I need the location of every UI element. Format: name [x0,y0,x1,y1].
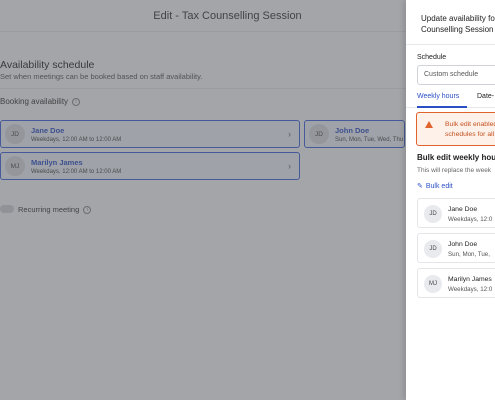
schedule-label: Schedule [417,54,447,61]
active-tab-indicator [417,106,467,108]
staff-hours: Sun, Mon, Tue, [448,251,490,258]
staff-name: Jane Doe [448,206,478,213]
drawer-staff-card-jane-doe[interactable]: JD Jane Doe Weekdays, 12:0 [417,198,495,228]
staff-hours: Weekdays, 12:0 [448,216,493,223]
alert-text: Bulk edit enabled. schedules for all s [445,120,495,140]
bulk-edit-subtitle: This will replace the week [417,167,492,174]
alert-line2: schedules for all s [445,131,495,138]
staff-name: John Doe [448,241,478,248]
tab-weekly-hours[interactable]: Weekly hours [417,93,459,100]
avatar: MJ [424,275,442,293]
schedule-select[interactable]: Custom schedule [417,65,495,85]
drawer-title-line2: Counselling Session [421,25,494,34]
bulk-edit-title: Bulk edit weekly hours [417,153,495,162]
drawer-title: Update availability for Counselling Sess… [421,13,495,35]
avatar: JD [424,240,442,258]
bulk-edit-link[interactable]: ✎ Bulk edit [417,182,453,191]
bulk-edit-text: Bulk edit [425,182,453,190]
drawer-title-line1: Update availability for [421,14,495,23]
drawer-staff-card-marilyn-james[interactable]: MJ Marilyn James Weekdays, 12:0 [417,268,495,298]
warning-icon [425,121,433,128]
avatar: JD [424,205,442,223]
pencil-icon: ✎ [417,183,423,190]
drawer-staff-card-john-doe[interactable]: JD John Doe Sun, Mon, Tue, [417,233,495,263]
divider [406,44,495,45]
staff-name: Marilyn James [448,276,492,283]
alert-line1: Bulk edit enabled. [445,121,495,128]
availability-drawer: Update availability for Counselling Sess… [406,0,495,400]
bulk-edit-alert: Bulk edit enabled. schedules for all s [416,112,495,146]
staff-hours: Weekdays, 12:0 [448,286,493,293]
tab-date-overrides[interactable]: Date- [477,93,494,100]
